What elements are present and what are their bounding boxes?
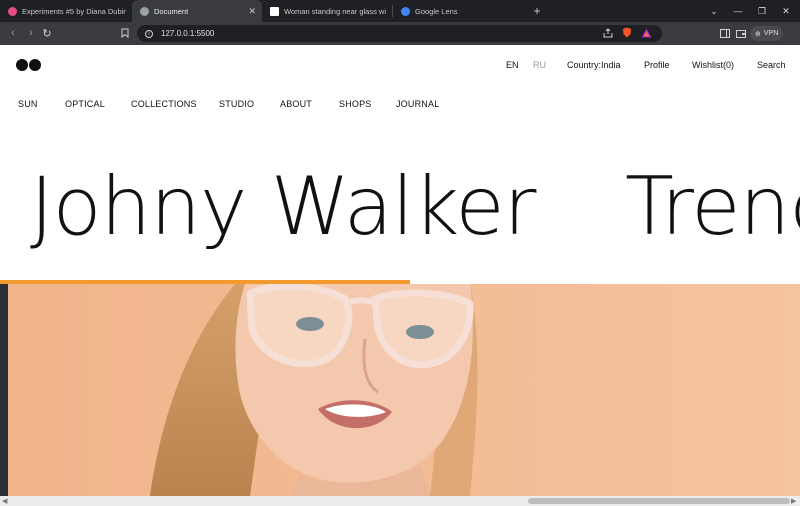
address-bar[interactable]: i 127.0.0.1:5500 xyxy=(137,25,662,42)
dribbble-icon xyxy=(8,6,17,16)
web-page: EN RU Country:India Profile Wishlist(0) … xyxy=(0,45,800,496)
bookmark-icon[interactable] xyxy=(116,24,134,42)
nav-shops[interactable]: SHOPS xyxy=(339,99,372,109)
wishlist-link[interactable]: Wishlist(0) xyxy=(692,60,734,70)
browser-tab[interactable]: Experiments #5 by Diana Dubina on xyxy=(0,0,132,22)
country-selector[interactable]: Country:India xyxy=(567,60,621,70)
vpn-label: VPN xyxy=(763,30,779,37)
new-tab-button[interactable]: + xyxy=(529,4,545,18)
share-icon[interactable] xyxy=(603,27,613,38)
unsplash-icon xyxy=(270,6,279,16)
nav-studio[interactable]: STUDIO xyxy=(219,99,254,109)
nav-sun[interactable]: SUN xyxy=(18,99,38,109)
site-info-icon[interactable]: i xyxy=(145,29,153,38)
vpn-status-icon: ⊕ xyxy=(755,30,761,38)
back-arrow-icon[interactable]: ‹ xyxy=(4,24,22,42)
close-window-icon[interactable]: ✕ xyxy=(774,0,798,22)
scroll-right-icon[interactable]: ▶ xyxy=(791,497,796,505)
language-en-link[interactable]: EN xyxy=(506,60,519,70)
brave-rewards-icon[interactable] xyxy=(641,28,652,38)
brave-shield-icon[interactable] xyxy=(622,27,632,38)
horizontal-scrollbar[interactable]: ◀ ▶ xyxy=(0,496,800,506)
nav-optical[interactable]: OPTICAL xyxy=(65,99,105,109)
browser-tab-active[interactable]: Document ✕ xyxy=(132,0,262,22)
search-link[interactable]: Search xyxy=(757,60,786,70)
tab-title: Woman standing near glass window xyxy=(284,6,386,16)
language-ru-link[interactable]: RU xyxy=(533,60,546,70)
scroll-left-icon[interactable]: ◀ xyxy=(2,497,7,505)
browser-tab[interactable]: Google Lens xyxy=(393,0,521,22)
tab-title: Google Lens xyxy=(415,6,458,16)
nav-journal[interactable]: JOURNAL xyxy=(396,99,439,109)
browser-tab[interactable]: Woman standing near glass window xyxy=(262,0,392,22)
woman-with-glasses-photo xyxy=(8,284,800,496)
profile-link[interactable]: Profile xyxy=(644,60,670,70)
close-tab-icon[interactable]: ✕ xyxy=(242,6,256,17)
browser-tab-strip: Experiments #5 by Diana Dubina on Docume… xyxy=(0,0,800,22)
logo-dot-left xyxy=(16,59,28,71)
globe-icon xyxy=(140,6,149,16)
site-logo[interactable] xyxy=(16,59,41,71)
wallet-icon[interactable] xyxy=(732,24,750,42)
image-edge xyxy=(0,284,8,496)
scrollbar-thumb[interactable] xyxy=(528,498,790,504)
hero-headline-next: Trend xyxy=(625,160,800,253)
tab-title: Document xyxy=(154,6,189,16)
url-text: 127.0.0.1:5500 xyxy=(161,29,215,38)
browser-toolbar: ‹ › ↻ i 127.0.0.1:5500 ⊕ VPN xyxy=(0,22,800,45)
hero-headline: Johny Walker xyxy=(30,160,537,253)
reload-icon[interactable]: ↻ xyxy=(38,24,56,42)
google-lens-icon xyxy=(401,6,410,16)
nav-about[interactable]: ABOUT xyxy=(280,99,312,109)
vpn-button[interactable]: ⊕ VPN xyxy=(750,26,784,41)
tab-search-icon[interactable]: ⌄ xyxy=(702,0,726,22)
logo-dot-right xyxy=(29,59,41,71)
hero-image xyxy=(0,284,800,496)
nav-collections[interactable]: COLLECTIONS xyxy=(131,99,197,109)
restore-icon[interactable]: ❐ xyxy=(750,0,774,22)
tab-title: Experiments #5 by Diana Dubina on xyxy=(22,6,126,16)
minimize-icon[interactable]: — xyxy=(726,0,750,22)
